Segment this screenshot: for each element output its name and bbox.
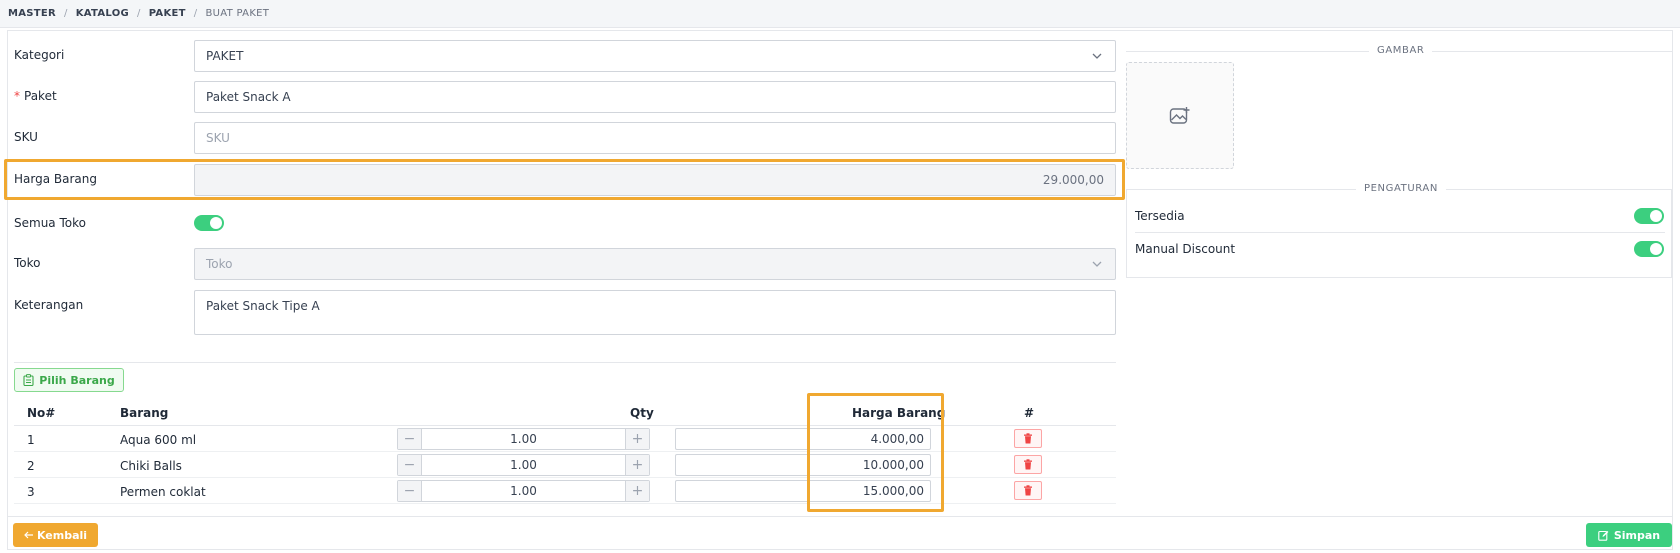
harga-input[interactable]: 15.000,00: [675, 480, 931, 502]
kategori-select[interactable]: PAKET: [194, 40, 1116, 72]
divider: [14, 362, 1116, 363]
kembali-button[interactable]: Kembali: [13, 523, 98, 547]
kembali-label: Kembali: [36, 528, 88, 542]
row-barang: Chiki Balls: [120, 459, 182, 473]
sku-placeholder: SKU: [206, 131, 230, 145]
simpan-button[interactable]: Simpan: [1586, 523, 1672, 547]
harga-barang-label: Harga Barang: [14, 172, 97, 186]
qty-value[interactable]: 1.00: [422, 455, 625, 475]
qty-plus-button[interactable]: +: [625, 429, 649, 449]
kategori-label: Kategori: [14, 48, 65, 62]
toko-label: Toko: [14, 256, 41, 270]
pilih-barang-button[interactable]: Pilih Barang: [14, 368, 124, 392]
col-qty: Qty: [630, 406, 654, 420]
tersedia-toggle[interactable]: [1634, 208, 1664, 224]
simpan-label: Simpan: [1613, 528, 1661, 542]
qty-plus-button[interactable]: +: [625, 481, 649, 501]
manual-discount-label: Manual Discount: [1135, 242, 1236, 256]
semua-toko-toggle[interactable]: [194, 215, 224, 231]
clipboard-icon: [23, 374, 34, 386]
row-no: 3: [27, 485, 35, 499]
qty-stepper: − 1.00 +: [397, 428, 650, 450]
row-no: 1: [27, 433, 35, 447]
paket-label-text: Paket: [24, 89, 57, 103]
trash-icon: [1024, 433, 1032, 444]
arrow-left-icon: [24, 531, 33, 539]
col-no: No#: [27, 406, 56, 420]
qty-minus-button[interactable]: −: [398, 481, 422, 501]
chevron-down-icon: [1092, 261, 1102, 267]
paket-value: Paket Snack A: [206, 90, 291, 104]
pengaturan-box: Tersedia Manual Discount: [1126, 189, 1672, 278]
table-row: 3 Permen coklat − 1.00 + 15.000,00: [14, 478, 1116, 504]
gambar-title: GAMBAR: [1369, 45, 1433, 56]
sku-input[interactable]: SKU: [194, 122, 1116, 154]
row-toko: Toko Toko: [14, 248, 1116, 280]
qty-stepper: − 1.00 +: [397, 454, 650, 476]
sku-label: SKU: [14, 130, 38, 144]
harga-input[interactable]: 4.000,00: [675, 428, 931, 450]
qty-plus-button[interactable]: +: [625, 455, 649, 475]
paket-input[interactable]: Paket Snack A: [194, 81, 1116, 113]
qty-minus-button[interactable]: −: [398, 429, 422, 449]
row-barang: Permen coklat: [120, 485, 206, 499]
qty-minus-button[interactable]: −: [398, 455, 422, 475]
breadcrumb-separator: /: [193, 8, 198, 19]
row-sku: SKU SKU: [14, 122, 1116, 154]
qty-stepper: − 1.00 +: [397, 480, 650, 502]
row-barang: Aqua 600 ml: [120, 433, 197, 447]
settings-row-divider: [1135, 232, 1665, 233]
delete-button[interactable]: [1014, 455, 1042, 474]
table-row: 2 Chiki Balls − 1.00 + 10.000,00: [14, 452, 1116, 478]
keterangan-value: Paket Snack Tipe A: [206, 299, 320, 313]
semua-toko-label: Semua Toko: [14, 216, 86, 230]
chevron-down-icon: [1092, 53, 1102, 59]
qty-value[interactable]: 1.00: [422, 481, 625, 501]
col-action: #: [1024, 406, 1035, 420]
image-plus-icon: [1169, 106, 1190, 124]
qty-value[interactable]: 1.00: [422, 429, 625, 449]
breadcrumb: MASTER / KATALOG / PAKET / BUAT PAKET: [0, 0, 1680, 28]
delete-button[interactable]: [1014, 429, 1042, 448]
breadcrumb-paket[interactable]: PAKET: [149, 8, 186, 19]
harga-barang-value: 29.000,00: [1042, 173, 1104, 187]
breadcrumb-katalog[interactable]: KATALOG: [76, 8, 129, 19]
keterangan-textarea[interactable]: Paket Snack Tipe A: [194, 290, 1116, 335]
pilih-barang-label: Pilih Barang: [39, 373, 115, 387]
required-mark: *: [14, 89, 20, 103]
harga-input[interactable]: 10.000,00: [675, 454, 931, 476]
paket-label: * Paket: [14, 89, 57, 103]
trash-icon: [1024, 459, 1032, 470]
table-row: 1 Aqua 600 ml − 1.00 + 4.000,00: [14, 426, 1116, 452]
toko-select: Toko: [194, 248, 1116, 280]
row-no: 2: [27, 459, 35, 473]
image-upload[interactable]: [1126, 62, 1234, 169]
tersedia-label: Tersedia: [1135, 209, 1185, 223]
table-header: No# Barang Qty Harga Barang #: [14, 400, 1116, 426]
breadcrumb-separator: /: [137, 8, 141, 19]
breadcrumb-separator: /: [64, 8, 68, 19]
manual-discount-toggle[interactable]: [1634, 241, 1664, 257]
col-barang: Barang: [120, 406, 169, 420]
trash-icon: [1024, 485, 1032, 496]
toko-placeholder: Toko: [206, 257, 233, 271]
col-harga-barang: Harga Barang: [852, 406, 946, 420]
breadcrumb-buat-paket: BUAT PAKET: [205, 8, 270, 19]
footer-divider: [8, 516, 1672, 517]
row-kategori: Kategori PAKET: [14, 40, 1116, 72]
breadcrumb-master[interactable]: MASTER: [8, 8, 56, 19]
harga-barang-input: 29.000,00: [194, 164, 1116, 196]
edit-icon: [1598, 530, 1609, 541]
row-harga-barang: Harga Barang 29.000,00: [14, 164, 1116, 196]
row-semua-toko: Semua Toko: [14, 213, 1116, 245]
row-paket: * Paket Paket Snack A: [14, 81, 1116, 113]
kategori-value: PAKET: [206, 49, 244, 63]
row-keterangan: Keterangan Paket Snack Tipe A: [14, 290, 1116, 335]
keterangan-label: Keterangan: [14, 298, 84, 312]
delete-button[interactable]: [1014, 481, 1042, 500]
